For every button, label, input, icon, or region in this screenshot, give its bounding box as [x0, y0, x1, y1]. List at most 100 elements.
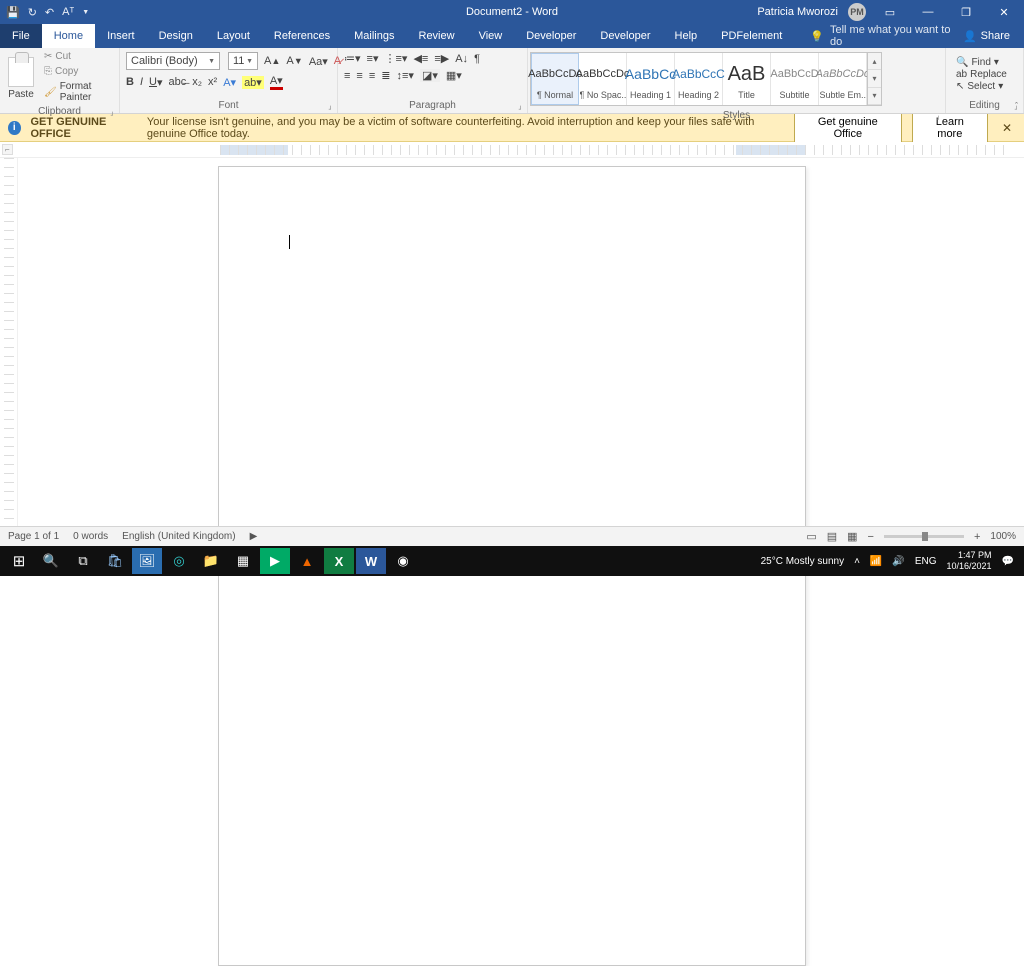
chrome-icon[interactable]: ◉ — [388, 548, 418, 574]
vertical-ruler[interactable] — [0, 158, 18, 534]
word-count[interactable]: 0 words — [73, 531, 108, 542]
qat-dropdown-icon[interactable]: ▼ — [82, 9, 89, 16]
horizontal-ruler[interactable]: ⌐ — [0, 142, 1024, 158]
tab-file[interactable]: File — [0, 24, 42, 48]
indent-icon[interactable]: ≡▶ — [434, 52, 449, 65]
tab-review[interactable]: Review — [407, 24, 467, 48]
store-icon[interactable]: 🛍 — [100, 548, 130, 574]
find-button[interactable]: 🔍Find ▾ — [956, 57, 1007, 68]
change-case-icon[interactable]: Aa▾ — [309, 55, 328, 68]
avatar[interactable]: PM — [848, 3, 866, 21]
style-subtle-em[interactable]: AaBbCcDcSubtle Em... — [819, 53, 867, 105]
justify-icon[interactable]: ≣ — [381, 69, 390, 82]
word-icon[interactable]: W — [356, 548, 386, 574]
zoom-level[interactable]: 100% — [990, 531, 1016, 542]
language[interactable]: English (United Kingdom) — [122, 531, 235, 542]
line-spacing-icon[interactable]: ↕≡▾ — [396, 69, 413, 82]
numbering-icon[interactable]: ≡▾ — [367, 52, 379, 65]
align-right-icon[interactable]: ≡ — [369, 70, 375, 82]
align-center-icon[interactable]: ≡ — [356, 70, 362, 82]
strike-icon[interactable]: abc̶ — [169, 76, 187, 88]
vlc-icon[interactable]: ▲ — [292, 548, 322, 574]
wifi-icon[interactable]: 📶 — [870, 556, 882, 567]
sort-icon[interactable]: A↓ — [455, 53, 468, 65]
italic-icon[interactable]: I — [140, 76, 143, 88]
tell-me-search[interactable]: 💡 Tell me what you want to do — [794, 24, 963, 48]
zoom-slider[interactable] — [884, 535, 964, 538]
style-subtitle[interactable]: AaBbCcDSubtitle — [771, 53, 819, 105]
bullets-icon[interactable]: ≔▾ — [344, 52, 361, 65]
tab-developer[interactable]: Developer — [514, 24, 588, 48]
undo-icon[interactable]: ↶ — [45, 6, 54, 19]
page-count[interactable]: Page 1 of 1 — [8, 531, 59, 542]
task-view-icon[interactable]: ⧉ — [68, 548, 98, 574]
tab-design[interactable]: Design — [147, 24, 205, 48]
select-button[interactable]: ↖Select ▾ — [956, 81, 1007, 92]
tray-chevron-icon[interactable]: ˄ — [854, 556, 860, 567]
tab-layout[interactable]: Layout — [205, 24, 262, 48]
tab-mailings[interactable]: Mailings — [342, 24, 406, 48]
style-normal[interactable]: AaBbCcDc¶ Normal — [531, 53, 579, 105]
start-button[interactable]: ⊞ — [4, 548, 34, 574]
keyboard-lang[interactable]: ENG — [915, 556, 937, 567]
replace-button[interactable]: abReplace — [956, 69, 1007, 80]
zoom-out-icon[interactable]: − — [868, 531, 874, 543]
tab-help[interactable]: Help — [663, 24, 710, 48]
grow-font-icon[interactable]: A▲ — [264, 55, 280, 67]
superscript-icon[interactable]: x² — [208, 76, 217, 88]
bold-icon[interactable]: B — [126, 76, 134, 88]
read-mode-icon[interactable]: ▭ — [806, 530, 816, 543]
ribbon-options-icon[interactable]: ▭ — [876, 6, 904, 19]
calculator-icon[interactable]: ▦ — [228, 548, 258, 574]
tab-references[interactable]: References — [262, 24, 342, 48]
style-heading2[interactable]: AaBbCcCHeading 2 — [675, 53, 723, 105]
autosave-icon[interactable]: ↻ — [28, 6, 37, 19]
search-button[interactable]: 🔍 — [36, 548, 66, 574]
explorer-icon[interactable]: 📁 — [196, 548, 226, 574]
edge-icon[interactable]: ◎ — [164, 548, 194, 574]
underline-icon[interactable]: U▾ — [149, 76, 162, 89]
text-effects-icon[interactable]: A▾ — [223, 76, 236, 89]
borders-icon[interactable]: ▦▾ — [446, 69, 462, 82]
tab-developer-2[interactable]: Developer — [588, 24, 662, 48]
highlight-icon[interactable]: ab▾ — [242, 76, 264, 89]
style-heading1[interactable]: AaBbCcHeading 1 — [627, 53, 675, 105]
font-size-input[interactable]: 11▼ — [228, 52, 258, 70]
shrink-font-icon[interactable]: A▼ — [286, 55, 302, 67]
save-icon[interactable]: 💾 — [6, 6, 20, 19]
zoom-in-icon[interactable]: + — [974, 531, 980, 543]
print-layout-icon[interactable]: ▤ — [827, 530, 837, 543]
shading-icon[interactable]: ◪▾ — [420, 69, 440, 82]
tab-home[interactable]: Home — [42, 24, 95, 48]
touch-mode-icon[interactable]: Aᵀ — [62, 6, 74, 18]
maximize-icon[interactable]: ❐ — [952, 6, 980, 19]
tab-insert[interactable]: Insert — [95, 24, 147, 48]
banner-close-icon[interactable]: ✕ — [998, 121, 1016, 135]
subscript-icon[interactable]: x₂ — [192, 76, 202, 88]
tab-selector[interactable]: ⌐ — [2, 144, 13, 155]
weather[interactable]: 25°C Mostly sunny — [761, 556, 844, 567]
format-painter-button[interactable]: 🖌Format Painter — [42, 80, 115, 104]
photos-icon[interactable]: 🖼 — [132, 548, 162, 574]
styles-more[interactable]: ▴▾▾ — [867, 53, 881, 105]
close-icon[interactable]: ✕ — [990, 6, 1018, 19]
tab-view[interactable]: View — [467, 24, 515, 48]
multilevel-icon[interactable]: ⋮≡▾ — [384, 52, 407, 65]
style-title[interactable]: AaBTitle — [723, 53, 771, 105]
notifications-icon[interactable]: 💬 — [1002, 556, 1014, 567]
share-button[interactable]: 👤 Share — [963, 24, 1024, 48]
macro-icon[interactable]: ▶ — [250, 531, 258, 542]
minimize-icon[interactable]: — — [914, 6, 942, 18]
font-name-input[interactable]: Calibri (Body)▼ — [126, 52, 220, 70]
paste-button[interactable]: Paste — [4, 55, 38, 100]
clock[interactable]: 1:47 PM 10/16/2021 — [947, 550, 992, 572]
excel-icon[interactable]: X — [324, 548, 354, 574]
font-color-icon[interactable]: A▾ — [270, 74, 283, 90]
movies-icon[interactable]: ▶ — [260, 548, 290, 574]
align-left-icon[interactable]: ≡ — [344, 70, 350, 82]
volume-icon[interactable]: 🔊 — [892, 556, 904, 567]
outdent-icon[interactable]: ◀≡ — [413, 52, 428, 65]
style-no-spacing[interactable]: AaBbCcDc¶ No Spac... — [579, 53, 627, 105]
cut-button[interactable]: ✂Cut — [42, 50, 115, 63]
show-marks-icon[interactable]: ¶ — [474, 53, 480, 65]
